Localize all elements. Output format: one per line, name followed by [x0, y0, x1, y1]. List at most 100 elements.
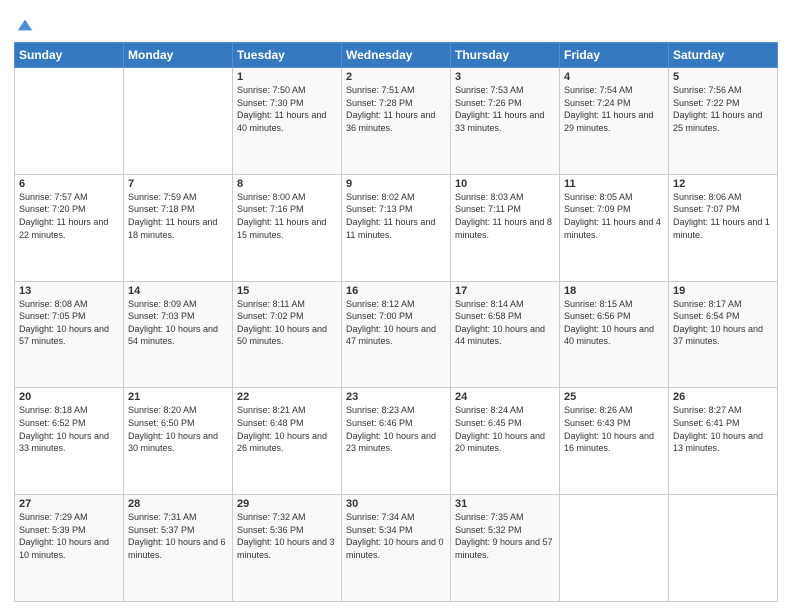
- cell-date-number: 4: [564, 71, 664, 83]
- calendar-cell: 8Sunrise: 8:00 AMSunset: 7:16 PMDaylight…: [233, 174, 342, 281]
- calendar-cell: 26Sunrise: 8:27 AMSunset: 6:41 PMDayligh…: [669, 388, 778, 495]
- calendar-week-row: 13Sunrise: 8:08 AMSunset: 7:05 PMDayligh…: [15, 281, 778, 388]
- cell-info: Sunrise: 8:05 AMSunset: 7:09 PMDaylight:…: [564, 191, 664, 241]
- calendar-cell: 12Sunrise: 8:06 AMSunset: 7:07 PMDayligh…: [669, 174, 778, 281]
- weekday-header: Friday: [560, 43, 669, 68]
- cell-info: Sunrise: 8:03 AMSunset: 7:11 PMDaylight:…: [455, 191, 555, 241]
- cell-info: Sunrise: 7:32 AMSunset: 5:36 PMDaylight:…: [237, 511, 337, 561]
- calendar-cell: 14Sunrise: 8:09 AMSunset: 7:03 PMDayligh…: [124, 281, 233, 388]
- cell-date-number: 11: [564, 178, 664, 190]
- calendar-cell: [560, 495, 669, 602]
- calendar-cell: 24Sunrise: 8:24 AMSunset: 6:45 PMDayligh…: [451, 388, 560, 495]
- cell-date-number: 16: [346, 285, 446, 297]
- calendar-cell: 28Sunrise: 7:31 AMSunset: 5:37 PMDayligh…: [124, 495, 233, 602]
- cell-info: Sunrise: 8:21 AMSunset: 6:48 PMDaylight:…: [237, 404, 337, 454]
- calendar-cell: 21Sunrise: 8:20 AMSunset: 6:50 PMDayligh…: [124, 388, 233, 495]
- cell-info: Sunrise: 8:24 AMSunset: 6:45 PMDaylight:…: [455, 404, 555, 454]
- calendar-cell: 3Sunrise: 7:53 AMSunset: 7:26 PMDaylight…: [451, 68, 560, 175]
- cell-date-number: 26: [673, 391, 773, 403]
- calendar-cell: 13Sunrise: 8:08 AMSunset: 7:05 PMDayligh…: [15, 281, 124, 388]
- cell-info: Sunrise: 8:20 AMSunset: 6:50 PMDaylight:…: [128, 404, 228, 454]
- cell-info: Sunrise: 8:06 AMSunset: 7:07 PMDaylight:…: [673, 191, 773, 241]
- calendar-table: SundayMondayTuesdayWednesdayThursdayFrid…: [14, 42, 778, 602]
- cell-date-number: 20: [19, 391, 119, 403]
- cell-date-number: 28: [128, 498, 228, 510]
- cell-info: Sunrise: 7:35 AMSunset: 5:32 PMDaylight:…: [455, 511, 555, 561]
- weekday-header: Monday: [124, 43, 233, 68]
- calendar-cell: 23Sunrise: 8:23 AMSunset: 6:46 PMDayligh…: [342, 388, 451, 495]
- calendar-cell: 5Sunrise: 7:56 AMSunset: 7:22 PMDaylight…: [669, 68, 778, 175]
- cell-info: Sunrise: 8:11 AMSunset: 7:02 PMDaylight:…: [237, 298, 337, 348]
- calendar-cell: 9Sunrise: 8:02 AMSunset: 7:13 PMDaylight…: [342, 174, 451, 281]
- cell-date-number: 15: [237, 285, 337, 297]
- cell-info: Sunrise: 7:53 AMSunset: 7:26 PMDaylight:…: [455, 84, 555, 134]
- cell-date-number: 18: [564, 285, 664, 297]
- cell-info: Sunrise: 7:34 AMSunset: 5:34 PMDaylight:…: [346, 511, 446, 561]
- calendar-cell: 18Sunrise: 8:15 AMSunset: 6:56 PMDayligh…: [560, 281, 669, 388]
- cell-info: Sunrise: 8:14 AMSunset: 6:58 PMDaylight:…: [455, 298, 555, 348]
- calendar-cell: 31Sunrise: 7:35 AMSunset: 5:32 PMDayligh…: [451, 495, 560, 602]
- cell-date-number: 30: [346, 498, 446, 510]
- weekday-header: Sunday: [15, 43, 124, 68]
- calendar-cell: 25Sunrise: 8:26 AMSunset: 6:43 PMDayligh…: [560, 388, 669, 495]
- calendar-cell: 16Sunrise: 8:12 AMSunset: 7:00 PMDayligh…: [342, 281, 451, 388]
- weekday-header: Thursday: [451, 43, 560, 68]
- calendar-cell: 1Sunrise: 7:50 AMSunset: 7:30 PMDaylight…: [233, 68, 342, 175]
- cell-date-number: 9: [346, 178, 446, 190]
- cell-date-number: 6: [19, 178, 119, 190]
- calendar-cell: 11Sunrise: 8:05 AMSunset: 7:09 PMDayligh…: [560, 174, 669, 281]
- weekday-header: Wednesday: [342, 43, 451, 68]
- calendar-cell: 29Sunrise: 7:32 AMSunset: 5:36 PMDayligh…: [233, 495, 342, 602]
- cell-date-number: 7: [128, 178, 228, 190]
- cell-info: Sunrise: 7:31 AMSunset: 5:37 PMDaylight:…: [128, 511, 228, 561]
- cell-info: Sunrise: 8:26 AMSunset: 6:43 PMDaylight:…: [564, 404, 664, 454]
- calendar-cell: 27Sunrise: 7:29 AMSunset: 5:39 PMDayligh…: [15, 495, 124, 602]
- calendar-week-row: 6Sunrise: 7:57 AMSunset: 7:20 PMDaylight…: [15, 174, 778, 281]
- cell-date-number: 1: [237, 71, 337, 83]
- cell-date-number: 25: [564, 391, 664, 403]
- weekday-header: Saturday: [669, 43, 778, 68]
- calendar-cell: 17Sunrise: 8:14 AMSunset: 6:58 PMDayligh…: [451, 281, 560, 388]
- cell-info: Sunrise: 8:08 AMSunset: 7:05 PMDaylight:…: [19, 298, 119, 348]
- cell-date-number: 14: [128, 285, 228, 297]
- cell-info: Sunrise: 7:50 AMSunset: 7:30 PMDaylight:…: [237, 84, 337, 134]
- calendar-cell: [124, 68, 233, 175]
- cell-info: Sunrise: 8:09 AMSunset: 7:03 PMDaylight:…: [128, 298, 228, 348]
- cell-date-number: 10: [455, 178, 555, 190]
- cell-info: Sunrise: 7:59 AMSunset: 7:18 PMDaylight:…: [128, 191, 228, 241]
- cell-date-number: 12: [673, 178, 773, 190]
- calendar-cell: [669, 495, 778, 602]
- cell-date-number: 24: [455, 391, 555, 403]
- cell-info: Sunrise: 8:02 AMSunset: 7:13 PMDaylight:…: [346, 191, 446, 241]
- weekday-header: Tuesday: [233, 43, 342, 68]
- cell-date-number: 29: [237, 498, 337, 510]
- calendar-header-row: SundayMondayTuesdayWednesdayThursdayFrid…: [15, 43, 778, 68]
- calendar-cell: 22Sunrise: 8:21 AMSunset: 6:48 PMDayligh…: [233, 388, 342, 495]
- cell-info: Sunrise: 8:00 AMSunset: 7:16 PMDaylight:…: [237, 191, 337, 241]
- cell-date-number: 23: [346, 391, 446, 403]
- calendar-page: SundayMondayTuesdayWednesdayThursdayFrid…: [0, 0, 792, 612]
- cell-date-number: 22: [237, 391, 337, 403]
- cell-date-number: 3: [455, 71, 555, 83]
- cell-info: Sunrise: 8:15 AMSunset: 6:56 PMDaylight:…: [564, 298, 664, 348]
- cell-date-number: 2: [346, 71, 446, 83]
- cell-info: Sunrise: 8:27 AMSunset: 6:41 PMDaylight:…: [673, 404, 773, 454]
- calendar-cell: 19Sunrise: 8:17 AMSunset: 6:54 PMDayligh…: [669, 281, 778, 388]
- cell-info: Sunrise: 7:51 AMSunset: 7:28 PMDaylight:…: [346, 84, 446, 134]
- cell-info: Sunrise: 8:18 AMSunset: 6:52 PMDaylight:…: [19, 404, 119, 454]
- cell-date-number: 13: [19, 285, 119, 297]
- calendar-week-row: 27Sunrise: 7:29 AMSunset: 5:39 PMDayligh…: [15, 495, 778, 602]
- calendar-cell: [15, 68, 124, 175]
- calendar-cell: 10Sunrise: 8:03 AMSunset: 7:11 PMDayligh…: [451, 174, 560, 281]
- calendar-week-row: 1Sunrise: 7:50 AMSunset: 7:30 PMDaylight…: [15, 68, 778, 175]
- cell-date-number: 19: [673, 285, 773, 297]
- cell-info: Sunrise: 8:12 AMSunset: 7:00 PMDaylight:…: [346, 298, 446, 348]
- cell-info: Sunrise: 7:56 AMSunset: 7:22 PMDaylight:…: [673, 84, 773, 134]
- calendar-cell: 4Sunrise: 7:54 AMSunset: 7:24 PMDaylight…: [560, 68, 669, 175]
- calendar-cell: 6Sunrise: 7:57 AMSunset: 7:20 PMDaylight…: [15, 174, 124, 281]
- cell-date-number: 27: [19, 498, 119, 510]
- header: [14, 10, 778, 34]
- calendar-cell: 2Sunrise: 7:51 AMSunset: 7:28 PMDaylight…: [342, 68, 451, 175]
- cell-date-number: 8: [237, 178, 337, 190]
- calendar-cell: 20Sunrise: 8:18 AMSunset: 6:52 PMDayligh…: [15, 388, 124, 495]
